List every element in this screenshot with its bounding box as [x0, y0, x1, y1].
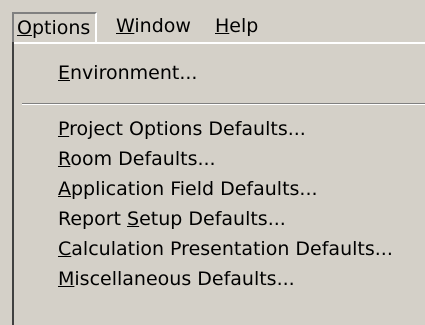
item-mnemonic: E [58, 62, 71, 84]
item-mnemonic: S [127, 208, 140, 230]
item-prefix: Report [58, 208, 128, 230]
menu-window-label: indow [134, 15, 191, 37]
item-label: alculation Presentation Defaults... [71, 238, 393, 260]
item-label: roject Options Defaults... [69, 118, 306, 140]
item-mnemonic: C [58, 238, 72, 260]
menu-window-mnemonic: W [116, 15, 135, 37]
menu-help-mnemonic: H [215, 15, 230, 37]
item-mnemonic: A [58, 178, 71, 200]
menu-item-report-setup-defaults[interactable]: Report Setup Defaults... [58, 204, 286, 234]
menu-item-application-field-defaults[interactable]: Application Field Defaults... [58, 174, 318, 204]
item-label: etup Defaults... [139, 208, 286, 230]
item-label: nvironment... [70, 62, 198, 84]
menu-window[interactable]: Window [116, 12, 191, 42]
menu-separator [22, 103, 425, 105]
menu-help[interactable]: Help [215, 12, 258, 42]
item-mnemonic: M [58, 268, 75, 290]
menu-help-label: elp [229, 15, 259, 37]
menu-item-miscellaneous-defaults[interactable]: Miscellaneous Defaults... [58, 264, 295, 294]
options-dropdown-menu: Environment... Project Options Defaults.… [12, 42, 425, 325]
item-mnemonic: R [58, 148, 71, 170]
menu-options-mnemonic: O [17, 17, 32, 39]
menu-options[interactable]: Options [12, 12, 98, 42]
item-label: pplication Field Defaults... [71, 178, 318, 200]
menu-bar: Options Window Help [0, 0, 425, 42]
menu-item-room-defaults[interactable]: Room Defaults... [58, 144, 216, 174]
item-label: oom Defaults... [70, 148, 216, 170]
menu-options-label: ptions [31, 17, 91, 39]
menu-item-calculation-presentation-defaults[interactable]: Calculation Presentation Defaults... [58, 234, 393, 264]
item-mnemonic: P [58, 118, 70, 140]
menu-item-project-options-defaults[interactable]: Project Options Defaults... [58, 114, 306, 144]
item-label: iscellaneous Defaults... [74, 268, 295, 290]
menu-item-environment[interactable]: Environment... [58, 58, 197, 88]
